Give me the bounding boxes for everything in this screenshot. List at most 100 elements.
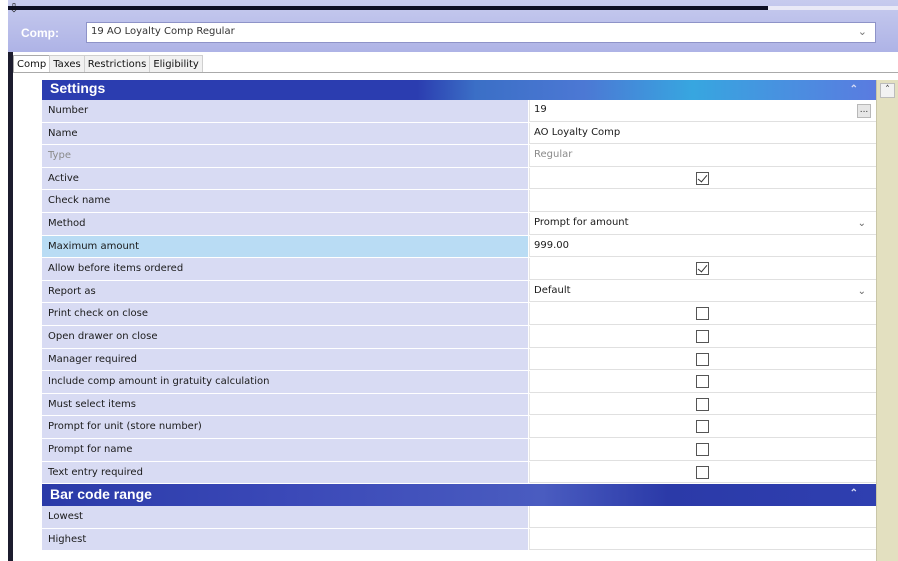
section-bar-code-range[interactable]: Bar code range ⌃ — [42, 484, 876, 507]
checkbox-checked[interactable] — [696, 171, 709, 185]
property-label-cell: Highest — [42, 528, 529, 551]
property-label-cell: Method — [42, 212, 529, 235]
checkbox-unchecked[interactable] — [696, 375, 709, 389]
property-label: Number — [48, 105, 89, 116]
property-value-cell[interactable] — [529, 190, 876, 212]
row-type[interactable]: Type Regular — [42, 145, 876, 168]
row-maximum-amount[interactable]: Maximum amount 999.00 — [42, 235, 876, 259]
chevron-down-icon[interactable]: ⌄ — [858, 286, 866, 297]
property-value-cell[interactable] — [529, 167, 876, 190]
tab-eligibility[interactable]: Eligibility — [149, 55, 203, 73]
tab-comp[interactable]: Comp — [13, 55, 51, 73]
property-value-cell[interactable] — [529, 416, 876, 438]
property-value-cell[interactable] — [529, 393, 876, 416]
row-prompt-for-unit-store-number[interactable]: Prompt for unit (store number) — [42, 416, 876, 439]
property-value-cell[interactable] — [529, 528, 876, 551]
property-value-cell[interactable] — [529, 348, 876, 371]
property-label-cell: Allow before items ordered — [42, 258, 529, 280]
comp-select[interactable]: 19 AO Loyalty Comp Regular ⌄ — [86, 22, 876, 43]
property-value-cell[interactable] — [529, 258, 876, 280]
row-lowest[interactable]: Lowest — [42, 506, 876, 529]
property-label: Text entry required — [48, 466, 143, 478]
property-label: Name — [48, 127, 78, 139]
property-value: Prompt for amount — [534, 216, 629, 228]
collapse-icon[interactable]: ⌃ — [850, 84, 858, 95]
property-value-cell[interactable] — [529, 438, 876, 461]
property-value-cell[interactable] — [529, 325, 876, 348]
chevron-down-icon[interactable]: ⌄ — [858, 218, 866, 229]
property-value-cell[interactable] — [529, 461, 876, 484]
row-number[interactable]: Number 19... — [42, 100, 876, 123]
property-value: 19 — [534, 104, 547, 115]
property-label-cell: Active — [42, 167, 529, 190]
tab-taxes[interactable]: Taxes — [49, 55, 85, 73]
property-label: Highest — [48, 533, 87, 545]
row-prompt-for-name[interactable]: Prompt for name — [42, 438, 876, 462]
row-include-comp-amount-in-gratuity-calculation[interactable]: Include comp amount in gratuity calculat… — [42, 371, 876, 394]
property-label-cell: Must select items — [42, 393, 529, 416]
property-label: Lowest — [48, 511, 83, 523]
property-label-cell: Report as — [42, 280, 529, 303]
property-label: Prompt for name — [48, 443, 133, 455]
property-value-cell[interactable] — [529, 371, 876, 393]
property-label-cell: Manager required — [42, 348, 529, 371]
property-value-cell[interactable] — [529, 303, 876, 325]
property-value-cell[interactable]: Regular — [529, 145, 876, 167]
property-label: Report as — [48, 285, 96, 297]
checkbox-unchecked[interactable] — [696, 465, 709, 479]
row-open-drawer-on-close[interactable]: Open drawer on close — [42, 325, 876, 349]
property-label-cell: Prompt for name — [42, 438, 529, 461]
property-value-cell[interactable]: Prompt for amount ⌄ — [529, 212, 876, 235]
property-label-cell: Prompt for unit (store number) — [42, 416, 529, 438]
property-label-cell: Open drawer on close — [42, 325, 529, 348]
row-text-entry-required[interactable]: Text entry required — [42, 461, 876, 485]
checkbox-unchecked[interactable] — [696, 329, 709, 343]
row-method[interactable]: Method Prompt for amount ⌄ — [42, 212, 876, 236]
property-label-cell: Check name — [42, 190, 529, 212]
property-label-cell: Type — [42, 145, 529, 167]
settings-rows: Number 19... Name AO Loyalty Comp Type Regula… — [42, 100, 876, 485]
property-value-cell[interactable] — [529, 506, 876, 528]
tab-restrictions[interactable]: Restrictions — [83, 55, 151, 73]
property-label: Check name — [48, 195, 111, 207]
chevron-down-icon: ⌄ — [857, 25, 867, 38]
row-active[interactable]: Active — [42, 167, 876, 191]
row-name[interactable]: Name AO Loyalty Comp — [42, 122, 876, 146]
comp-select-value: 19 AO Loyalty Comp Regular — [91, 26, 235, 37]
ellipsis-button[interactable]: ... — [857, 104, 871, 118]
property-label-cell: Number — [42, 100, 529, 122]
checkbox-unchecked[interactable] — [696, 307, 709, 321]
section-settings[interactable]: Settings ⌃ — [42, 80, 876, 100]
checkbox-unchecked[interactable] — [696, 420, 709, 434]
barcode-rows: Lowest Highest — [42, 506, 876, 552]
vertical-scrollbar[interactable]: ˄ — [876, 80, 898, 561]
scroll-up-icon[interactable]: ˄ — [880, 83, 895, 98]
checkbox-checked[interactable] — [696, 262, 709, 276]
collapse-icon[interactable]: ⌃ — [850, 488, 858, 499]
property-label: Prompt for unit (store number) — [48, 421, 202, 433]
comp-label: Comp: — [21, 26, 59, 40]
row-print-check-on-close[interactable]: Print check on close — [42, 303, 876, 326]
row-report-as[interactable]: Report as Default ⌄ — [42, 280, 876, 304]
row-check-name[interactable]: Check name — [42, 190, 876, 213]
row-highest[interactable]: Highest — [42, 528, 876, 552]
row-must-select-items[interactable]: Must select items — [42, 393, 876, 417]
property-label-cell: Include comp amount in gratuity calculat… — [42, 371, 529, 393]
property-value: 999.00 — [534, 239, 569, 251]
checkbox-unchecked[interactable] — [696, 442, 709, 456]
row-manager-required[interactable]: Manager required — [42, 348, 876, 372]
checkbox-unchecked[interactable] — [696, 397, 709, 411]
property-label-cell: Print check on close — [42, 303, 529, 325]
row-allow-before-items-ordered[interactable]: Allow before items ordered — [42, 258, 876, 281]
property-value-cell[interactable]: AO Loyalty Comp — [529, 122, 876, 145]
property-label: Method — [48, 217, 86, 229]
property-grid: Settings ⌃ Number 19... Name AO Loyalty Com… — [42, 80, 876, 552]
section-title: Bar code range — [50, 486, 152, 503]
property-value-cell[interactable]: 999.00 — [529, 235, 876, 258]
property-value-cell[interactable]: 19... — [529, 100, 876, 122]
checkbox-unchecked[interactable] — [696, 352, 709, 366]
property-label-cell: Name — [42, 122, 529, 145]
property-value-cell[interactable]: Default ⌄ — [529, 280, 876, 303]
property-label: Open drawer on close — [48, 330, 158, 342]
property-value: AO Loyalty Comp — [534, 126, 621, 138]
